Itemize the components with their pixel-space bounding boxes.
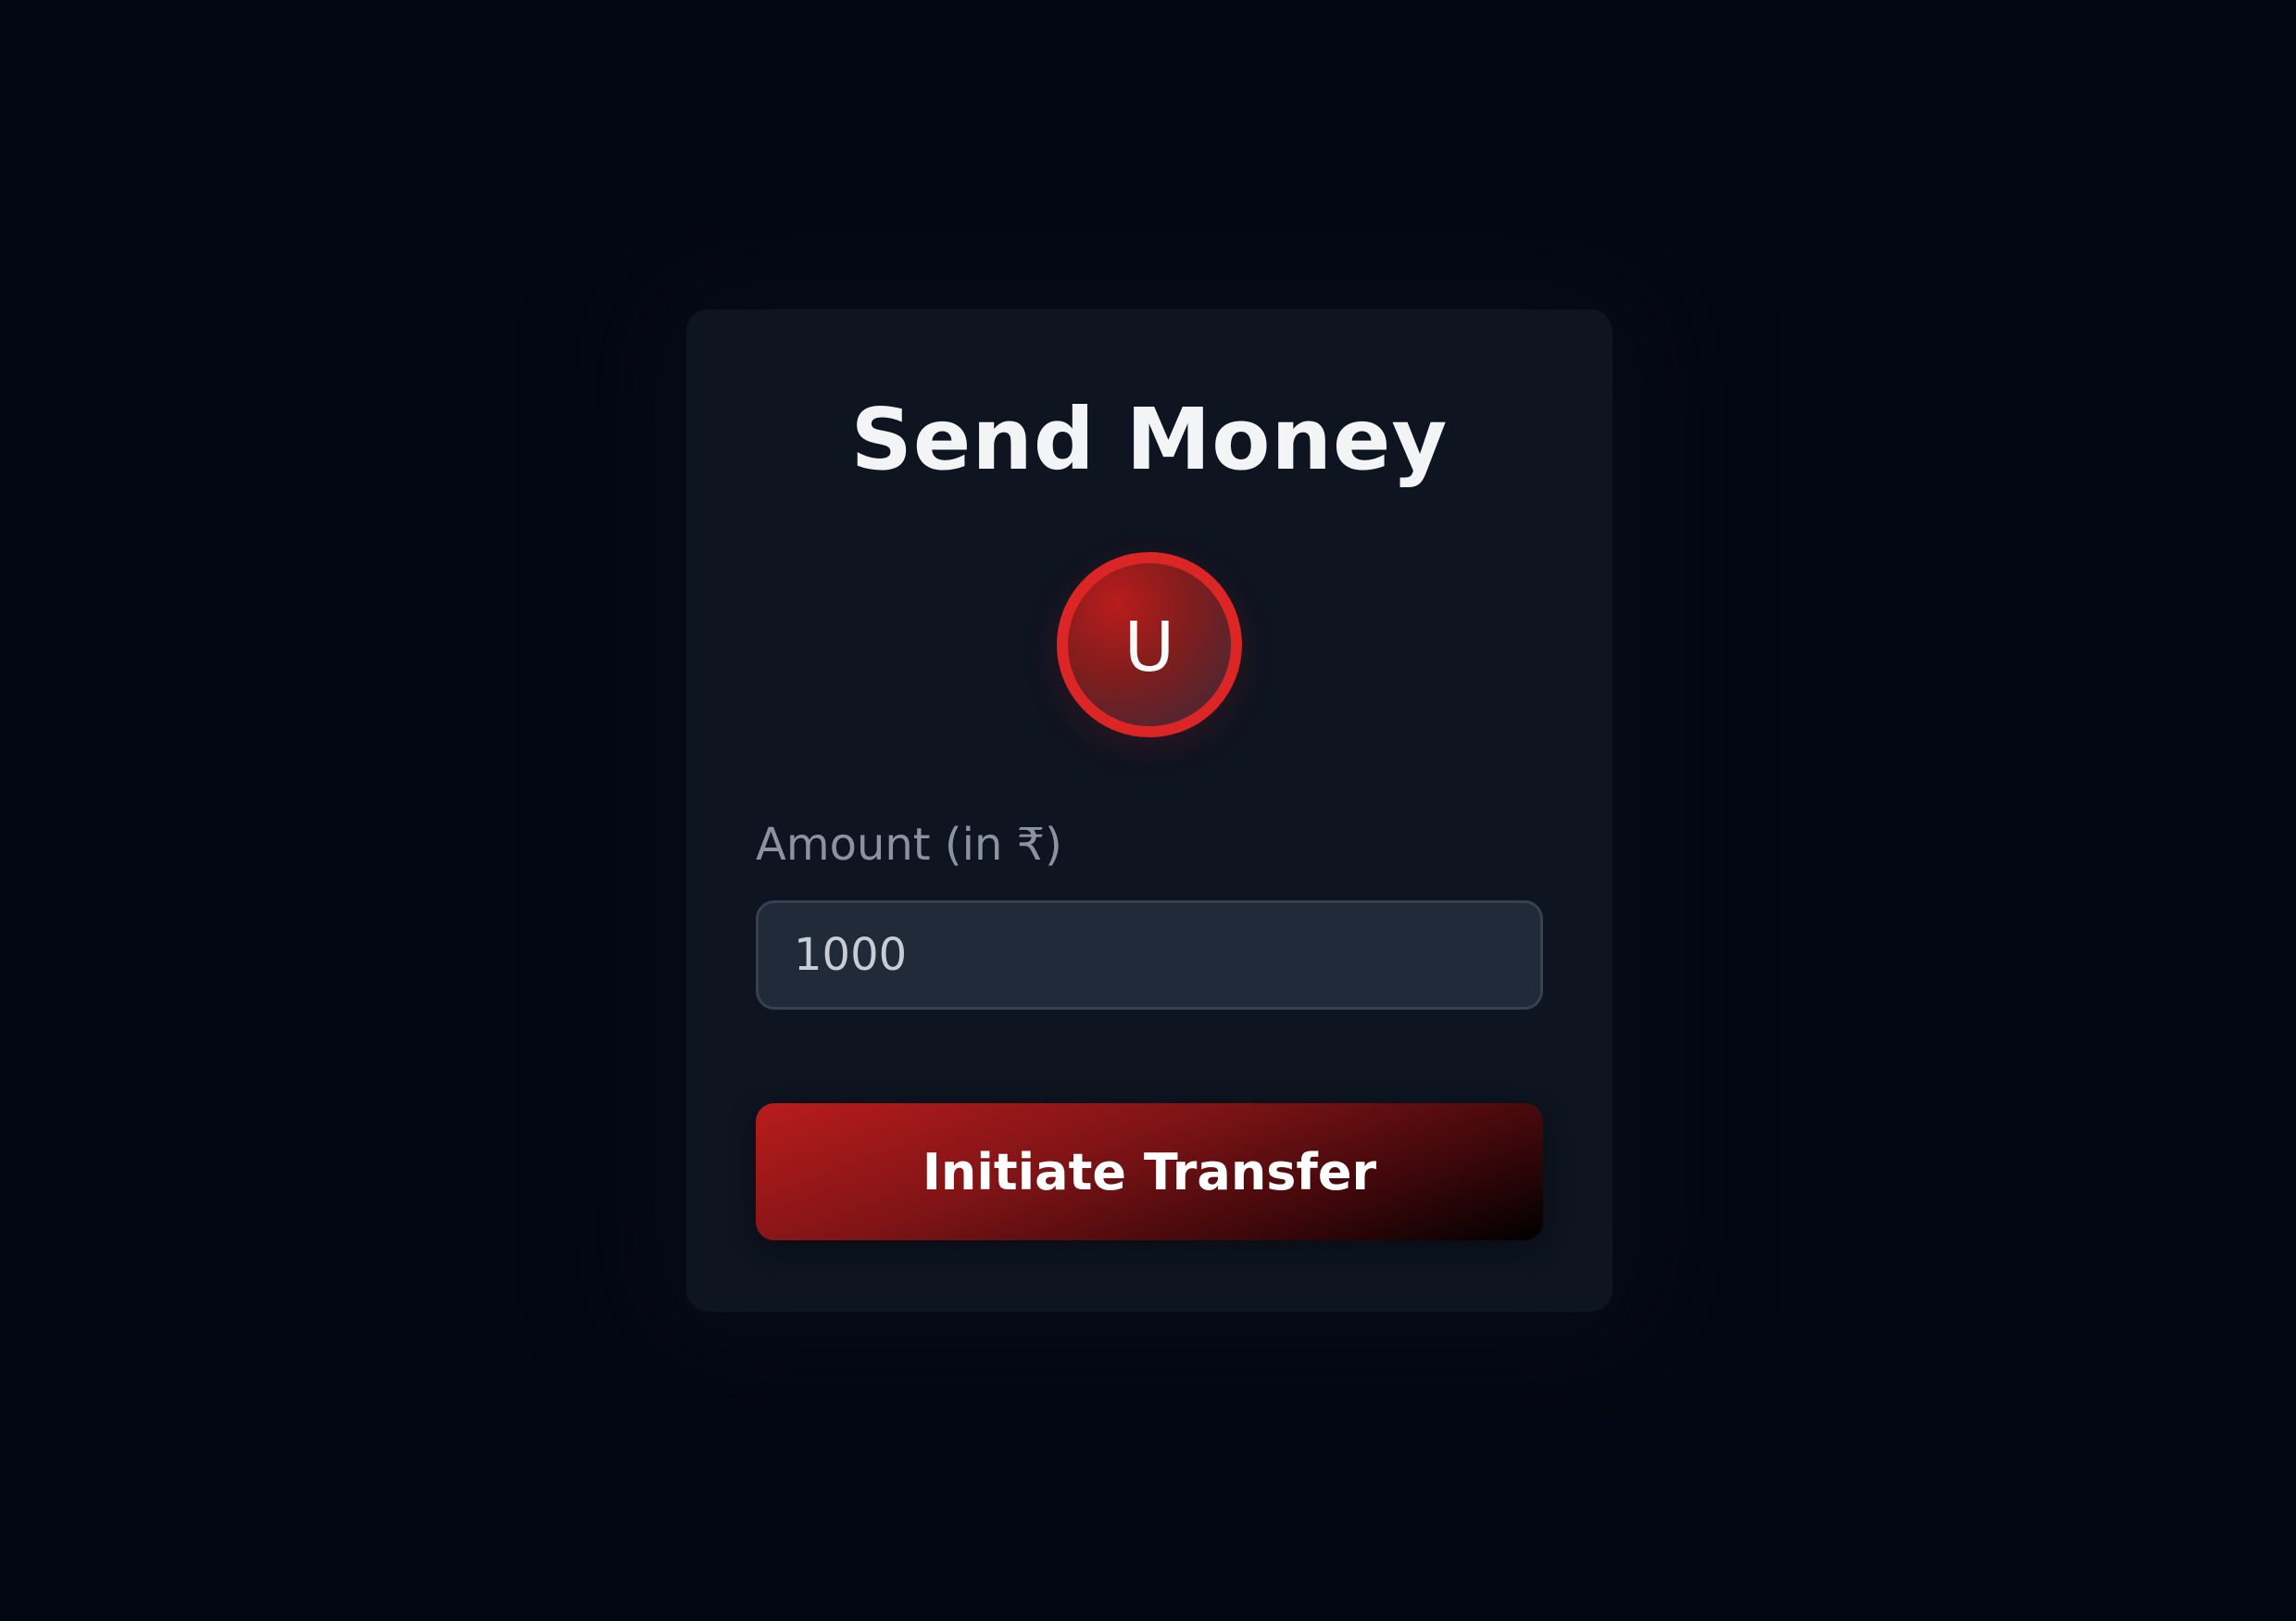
avatar-initial: U [1123,608,1175,687]
amount-input[interactable] [756,900,1543,1010]
initiate-transfer-button[interactable]: Initiate Transfer [756,1103,1543,1240]
page-title: Send Money [850,390,1449,489]
amount-label: Amount (in ₹) [756,819,1062,871]
avatar: U [1057,552,1242,737]
send-money-card: Send Money U Amount (in ₹) Initiate Tran… [686,309,1612,1312]
